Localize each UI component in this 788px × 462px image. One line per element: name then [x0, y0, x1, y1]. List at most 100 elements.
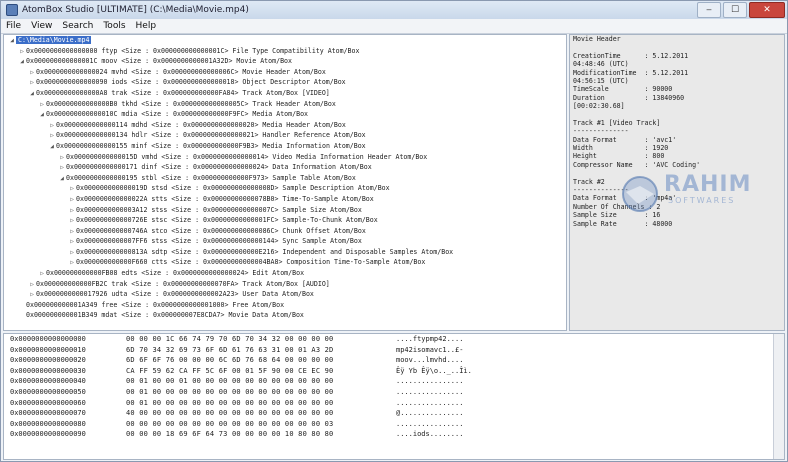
tree-node-label: 0x0000000000000114 mdhd <Size : 0x000000…	[56, 120, 346, 129]
tree-node-label: 0x00000000000000A8 trak <Size : 0x000000…	[36, 88, 330, 97]
menu-search[interactable]: Search	[57, 21, 98, 31]
tree-node-label: 0x0000000000000000 ftyp <Size : 0x000000…	[26, 46, 360, 55]
hex-offset: 0x0000000000000050	[10, 387, 86, 396]
property-line: Sample Rate : 48000	[573, 219, 673, 228]
tree-node-label: 0x000000000000010C mdia <Size : 0x000000…	[46, 110, 309, 119]
expand-toggle-icon[interactable]: ◢	[18, 57, 26, 68]
tree-node[interactable]: ◢ 0x0000000000000195 stbl <Size : 0x00000…	[4, 173, 566, 184]
property-line: CreationTime : 5.12.2011	[573, 51, 689, 60]
window-title: AtomBox Studio [ULTIMATE] (C:\Media\Movi…	[22, 5, 249, 15]
tree-node-label: 0x0000000000000195 stbl <Size : 0x000000…	[66, 173, 356, 182]
tree-node[interactable]: ▷ 0x000000000000022A stts <Size : 0x00000…	[4, 194, 566, 205]
tree-node[interactable]: ▷ 0x000000000000FB08 edts <Size : 0x00000…	[4, 268, 566, 279]
tree-node-label: 0x000000000001B349 mdat <Size : 0x000000…	[26, 311, 304, 320]
tree-node-label: 0x000000000000746A stco <Size : 0x000000…	[76, 226, 366, 235]
hex-bytes: 00 00 00 00 00 00 00 00 00 00 00 00 00 0…	[126, 419, 334, 428]
tree-node-label: 0x000000000000022A stts <Size : 0x000000…	[76, 194, 374, 203]
hex-ascii: ................	[396, 419, 464, 428]
hex-row: 0x0000000000000080 00 00 00 00 00 00 00 0…	[4, 419, 784, 430]
hex-offset: 0x0000000000000080	[10, 419, 86, 428]
tree-node[interactable]: ▷ 0x0000000000007FF6 stss <Size : 0x00000…	[4, 236, 566, 247]
hex-bytes: 00 00 00 18 69 6F 64 73 00 00 00 00 10 8…	[126, 430, 334, 439]
tree-node-label: 0x0000000000000171 dinf <Size : 0x000000…	[66, 163, 372, 172]
app-window: AtomBox Studio [ULTIMATE] (C:\Media\Movi…	[0, 0, 788, 462]
tree-node[interactable]: ◢ 0x00000000000000A8 trak <Size : 0x00000…	[4, 88, 566, 99]
tree-node[interactable]: ◢ 0x000000000000010C mdia <Size : 0x00000…	[4, 109, 566, 120]
tree-node[interactable]: ◢ 0x0000000000000155 minf <Size : 0x00000…	[4, 141, 566, 152]
hex-ascii: ................	[396, 377, 464, 386]
tree-node[interactable]: ▷ 0x000000000000FB2C trak <Size : 0x00000…	[4, 279, 566, 290]
expand-toggle-icon[interactable]: ◢	[8, 36, 16, 47]
tree-node[interactable]: ▷ 0x000000000000746A stco <Size : 0x00000…	[4, 226, 566, 237]
tree-node[interactable]: ▷ 0x000000000000F660 ctts <Size : 0x00000…	[4, 257, 566, 268]
tree-node-label: 0x000000000001A349 free <Size : 0x000000…	[26, 300, 285, 309]
tree-node[interactable]: ▷ 0x0000000000000000 ftyp <Size : 0x00000…	[4, 46, 566, 57]
tree-node[interactable]: ▷ 0x0000000000000024 mvhd <Size : 0x00000…	[4, 67, 566, 78]
hex-offset: 0x0000000000000020	[10, 356, 86, 365]
property-line: Data Format : 'avc1'	[573, 135, 677, 144]
tree-node-label: 0x0000000000000090 iods <Size : 0x000000…	[36, 78, 346, 87]
hex-bytes: 6D 70 34 32 69 73 6F 6D 61 76 63 31 00 0…	[126, 345, 334, 354]
title-bar[interactable]: AtomBox Studio [ULTIMATE] (C:\Media\Movi…	[1, 1, 787, 19]
tree-node-label: 0x000000000000726E stsc <Size : 0x000000…	[76, 216, 378, 225]
watermark-subtitle: SOFTWARES	[668, 196, 736, 205]
menu-tools[interactable]: Tools	[98, 21, 130, 31]
tree-node-label: 0x000000000000FB2C trak <Size : 0x000000…	[36, 279, 330, 288]
tree-node[interactable]: ▷ 0x0000000000003A12 stss <Size : 0x00000…	[4, 205, 566, 216]
tree-node-label: 0x000000000000FB08 edts <Size : 0x000000…	[46, 269, 305, 278]
hex-bytes: 00 01 00 00 00 00 00 00 00 00 00 00 00 0…	[126, 387, 334, 396]
hex-row: 0x0000000000000000 00 00 00 1C 66 74 79 7…	[4, 334, 784, 345]
tree-node-label: 0x00000000000000B0 tkhd <Size : 0x000000…	[46, 99, 336, 108]
maximize-button[interactable]: ☐	[723, 2, 747, 18]
tree-node[interactable]: 0x000000000001A349 free <Size : 0x000000…	[4, 300, 566, 311]
hex-scrollbar[interactable]	[773, 334, 784, 459]
tree-node[interactable]: ▷ 0x0000000000000171 dinf <Size : 0x00000…	[4, 162, 566, 173]
tree-node-label: 0x0000000000007FF6 stss <Size : 0x000000…	[76, 237, 362, 246]
expand-toggle-icon[interactable]: ◢	[58, 174, 66, 185]
expand-toggle-icon[interactable]: ▷	[68, 195, 76, 206]
property-line: ModificationTime : 5.12.2011	[573, 68, 689, 77]
watermark-logo: RAHIM SOFTWARES	[620, 172, 770, 214]
hex-row: 0x0000000000000050 00 01 00 00 00 00 00 0…	[4, 387, 784, 398]
property-line: 04:56:15 (UTC)	[573, 76, 629, 85]
property-line: Compressor Name : 'AVC Coding'	[573, 160, 701, 169]
tree-node[interactable]: ▷ 0x00000000000000B0 tkhd <Size : 0x00000…	[4, 99, 566, 110]
tree-node-label: 0x0000000000000155 minf <Size : 0x000000…	[56, 141, 366, 150]
tree-node-label: 0x0000000000000024 mvhd <Size : 0x000000…	[36, 67, 326, 76]
hex-row: 0x0000000000000030 CA FF 59 62 CA FF 5C 6…	[4, 366, 784, 377]
hex-bytes: 00 01 00 00 00 00 00 00 00 00 00 00 00 0…	[126, 398, 334, 407]
tree-node[interactable]: ▷ 0x0000000000000114 mdhd <Size : 0x00000…	[4, 120, 566, 131]
tree-node[interactable]: 0x000000000001B349 mdat <Size : 0x000000…	[4, 310, 566, 321]
property-line: 04:48:46 (UTC)	[573, 60, 629, 69]
menu-help[interactable]: Help	[131, 21, 162, 31]
menu-file[interactable]: File	[1, 21, 26, 31]
tree-node-label: 0x0000000000000134 hdlr <Size : 0x000000…	[56, 131, 366, 140]
tree-node[interactable]: ◢ C:\Media\Movie.mp4	[4, 35, 566, 46]
tree-node[interactable]: ◢ 0x000000000000001C moov <Size : 0x00000…	[4, 56, 566, 67]
hex-view[interactable]: 0x0000000000000000 00 00 00 1C 66 74 79 7…	[3, 333, 785, 460]
tree-node[interactable]: ▷ 0x0000000000017926 udta <Size : 0x00000…	[4, 289, 566, 300]
property-line: Width : 1920	[573, 144, 669, 153]
property-line: TimeScale : 90000	[573, 85, 673, 94]
hex-offset: 0x0000000000000030	[10, 366, 86, 375]
expand-toggle-icon[interactable]: ◢	[38, 110, 46, 121]
expand-toggle-icon[interactable]: ◢	[28, 89, 36, 100]
tree-node-label: 0x000000000000F660 ctts <Size : 0x000000…	[76, 258, 426, 267]
hex-ascii: ....iods........	[396, 430, 464, 439]
menu-view[interactable]: View	[26, 21, 57, 31]
property-line: Height : 800	[573, 152, 665, 161]
hex-bytes: 00 01 00 00 01 00 00 00 00 00 00 00 00 0…	[126, 377, 334, 386]
property-line: Movie Header	[573, 35, 621, 43]
hex-row: 0x0000000000000040 00 01 00 00 01 00 00 0…	[4, 376, 784, 387]
minimize-button[interactable]: ‒	[697, 2, 721, 18]
expand-toggle-icon[interactable]: ◢	[48, 142, 56, 153]
tree-node[interactable]: ▷ 0x000000000000726E stsc <Size : 0x00000…	[4, 215, 566, 226]
tree-node[interactable]: ▷ 0x000000000000813A sdtp <Size : 0x00000…	[4, 247, 566, 258]
property-line	[570, 111, 784, 119]
tree-node[interactable]: ▷ 0x0000000000000090 iods <Size : 0x00000…	[4, 77, 566, 88]
close-button[interactable]: ✕	[749, 2, 785, 18]
tree-node[interactable]: ▷ 0x000000000000015D vmhd <Size : 0x00000…	[4, 152, 566, 163]
tree-node[interactable]: ▷ 0x000000000000019D stsd <Size : 0x00000…	[4, 183, 566, 194]
atom-tree-view[interactable]: ◢ C:\Media\Movie.mp4 ▷ 0x0000000000000000 f…	[3, 34, 567, 331]
tree-node[interactable]: ▷ 0x0000000000000134 hdlr <Size : 0x00000…	[4, 130, 566, 141]
